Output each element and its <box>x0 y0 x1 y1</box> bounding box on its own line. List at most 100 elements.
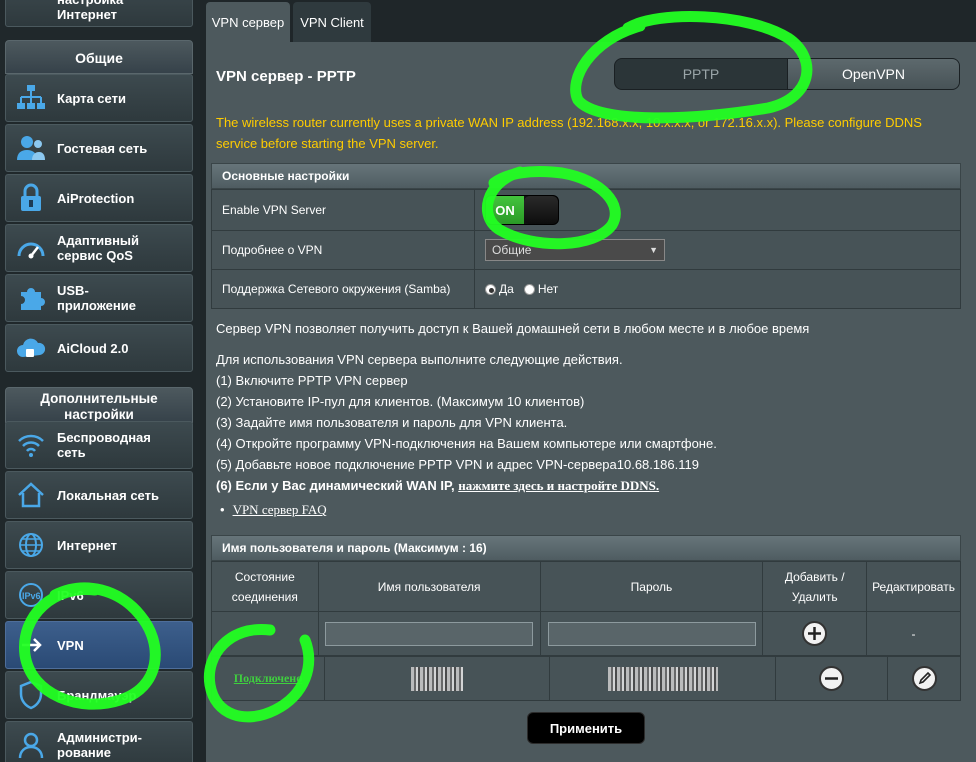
wifi-icon <box>15 429 47 461</box>
speedometer-icon <box>15 232 47 264</box>
step-4: (4) Откройте программу VPN-подключения н… <box>216 436 717 451</box>
enable-vpn-row: Enable VPN Server ON <box>211 189 961 231</box>
ddns-setup-link[interactable]: нажмите здесь и настройте DDNS. <box>458 478 659 493</box>
ddns-warning: The wireless router currently uses a pri… <box>216 115 922 151</box>
sidebar-item-label: Адаптивный сервис QoS <box>57 233 140 263</box>
faq-item: • VPN сервер FAQ <box>220 502 327 518</box>
admin-user-icon <box>15 729 47 761</box>
sidebar-item-usb-app[interactable]: USB- приложение <box>5 274 193 322</box>
step-5: (5) Добавьте новое подключение PPTP VPN … <box>216 457 699 472</box>
svg-text:IPv6: IPv6 <box>22 591 41 601</box>
obscured-password <box>607 666 718 691</box>
pencil-icon <box>918 671 931 685</box>
remove-user-button[interactable] <box>819 666 844 691</box>
edit-placeholder-cell: - <box>866 611 961 656</box>
sidebar-item-aiprotection[interactable]: AiProtection <box>5 174 193 222</box>
new-password-cell <box>539 611 764 656</box>
toggle-knob <box>524 196 558 224</box>
samba-row: Поддержка Сетевого окружения (Samba) Да … <box>211 269 961 309</box>
tab-vpn-server[interactable]: VPN сервер <box>206 2 290 42</box>
remove-cell <box>776 657 888 700</box>
status-cell: Подключено <box>212 657 325 700</box>
home-icon <box>15 479 47 511</box>
obscured-username <box>411 666 463 691</box>
sidebar-item-label: Карта сети <box>57 90 126 106</box>
users-header: Имя пользователя и пароль (Максимум : 16… <box>211 535 961 561</box>
table-row: Подключено <box>211 656 961 701</box>
sidebar-item-label: VPN <box>57 637 84 653</box>
new-status-cell <box>211 611 319 656</box>
step-3: (3) Задайте имя пользователя и пароль дл… <box>216 415 568 430</box>
sidebar-item-vpn[interactable]: VPN <box>5 621 193 669</box>
vpn-details-value: Общие ▼ <box>475 231 960 269</box>
enable-vpn-label: Enable VPN Server <box>212 190 475 230</box>
puzzle-icon <box>15 282 47 314</box>
add-cell <box>762 611 868 656</box>
sidebar-item-label: AiCloud 2.0 <box>57 340 129 356</box>
enable-vpn-value: ON <box>475 190 960 230</box>
col-add-remove: Добавить / Удалить <box>762 561 868 612</box>
enable-vpn-toggle[interactable]: ON <box>485 195 559 225</box>
vpn-icon <box>15 629 47 661</box>
step-6-text: (6) Если у Вас динамический WAN IP, <box>216 478 455 493</box>
guest-network-icon <box>15 132 47 164</box>
section-header-advanced: Дополнительные настройки <box>5 387 193 423</box>
tab-vpn-client[interactable]: VPN Client <box>293 2 371 42</box>
internet-setup-icon <box>15 0 47 20</box>
section-header-general: Общие <box>5 40 193 74</box>
sidebar-item-administration[interactable]: Админист­ри- рование <box>5 721 193 762</box>
sidebar-item-network-map[interactable]: Карта сети <box>5 74 193 122</box>
segment-openvpn[interactable]: OpenVPN <box>788 58 960 90</box>
vpn-faq-link[interactable]: VPN сервер FAQ <box>233 502 327 517</box>
step-6: (6) Если у Вас динамический WAN IP, нажм… <box>216 478 659 494</box>
minus-icon <box>825 677 838 680</box>
sidebar-item-label: IPv6 <box>57 587 84 603</box>
samba-yes-label: Да <box>499 282 514 296</box>
col-username: Имя пользователя <box>317 561 541 612</box>
users-table: Состояние соединения Имя пользователя Па… <box>211 561 961 656</box>
connection-status: Подключено <box>233 671 303 685</box>
new-password-input[interactable] <box>547 621 756 646</box>
bullet: • <box>220 502 225 517</box>
vpn-details-label: Подробнее о VPN <box>212 231 475 269</box>
table-row-new: - <box>211 611 961 656</box>
network-map-icon <box>15 82 47 114</box>
sidebar-item-label: Интернет <box>57 537 118 553</box>
dropdown-arrow-icon: ▼ <box>649 245 658 255</box>
lock-icon <box>15 182 47 214</box>
toggle-on-label: ON <box>486 196 524 224</box>
segment-pptp[interactable]: PPTP <box>614 58 788 90</box>
step-1: (1) Включите PPTP VPN сервер <box>216 373 408 388</box>
sidebar-item-guest-network[interactable]: Гостевая сеть <box>5 124 193 172</box>
password-cell <box>550 657 776 700</box>
new-username-cell <box>317 611 541 656</box>
add-user-button[interactable] <box>802 621 828 646</box>
sidebar-item-firewall[interactable]: Брандмауэр <box>5 671 193 719</box>
col-password: Пароль <box>539 561 764 612</box>
vpn-details-selected: Общие <box>492 243 532 257</box>
col-status: Состояние соединения <box>211 561 319 612</box>
apply-button[interactable]: Применить <box>527 712 645 744</box>
vpn-details-select[interactable]: Общие ▼ <box>485 239 665 261</box>
username-cell <box>325 657 550 700</box>
col-edit: Редактировать <box>866 561 961 612</box>
sidebar-item-qos[interactable]: Адаптивный сервис QoS <box>5 224 193 272</box>
edit-user-button[interactable] <box>911 666 937 691</box>
sidebar-item-ipv6[interactable]: IPv6 IPv6 <box>5 571 193 619</box>
sidebar-item-aicloud[interactable]: AiCloud 2.0 <box>5 324 193 372</box>
samba-no-radio[interactable] <box>523 283 535 295</box>
sidebar-item-label: Локальная сеть <box>57 487 159 503</box>
sidebar: настройка Интернет Общие Карта сети Гост… <box>0 0 200 762</box>
sidebar-item-label: USB- приложение <box>57 283 136 313</box>
sidebar-item-lan[interactable]: Локальная сеть <box>5 471 193 519</box>
sidebar-item-label: Брандмауэр <box>57 687 137 703</box>
sidebar-item-label: Беспроводная сеть <box>57 430 151 460</box>
ipv6-globe-icon: IPv6 <box>15 579 47 611</box>
sidebar-item-wireless[interactable]: Беспроводная сеть <box>5 421 193 469</box>
samba-yes-radio[interactable] <box>485 283 496 295</box>
new-username-input[interactable] <box>325 621 534 646</box>
sidebar-item-internet[interactable]: Интернет <box>5 521 193 569</box>
vpn-details-row: Подробнее о VPN Общие ▼ <box>211 230 961 270</box>
sidebar-item-quick-internet-setup[interactable]: настройка Интернет <box>5 0 193 27</box>
cloud-icon <box>15 332 47 364</box>
